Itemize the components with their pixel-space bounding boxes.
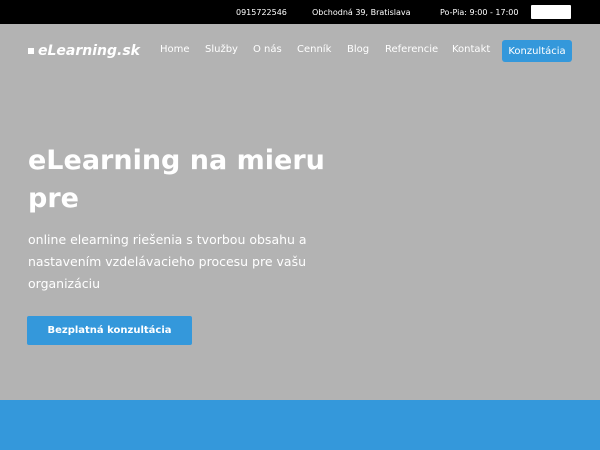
- top-bar: 0915722546 Obchodná 39, Bratislava Po-Pi…: [0, 0, 600, 24]
- topbar-button[interactable]: [531, 5, 571, 19]
- logo-square-icon: [28, 48, 34, 54]
- nav-item-kontakt[interactable]: Kontakt: [452, 44, 490, 55]
- main-navbar: eLearning.sk Home Služby O nás Cenník Bl…: [0, 24, 600, 78]
- hero-title: eLearning na mieru pre: [28, 145, 325, 214]
- free-consultation-button[interactable]: Bezplatná konzultácia: [27, 316, 192, 345]
- hero-subtitle: online elearning riešenia s tvorbou obsa…: [28, 232, 307, 291]
- topbar-hours: Po-Pia: 9:00 - 17:00: [440, 8, 519, 17]
- nav-item-sluzby[interactable]: Služby: [205, 44, 238, 55]
- nav-item-home[interactable]: Home: [160, 44, 190, 55]
- consultation-button[interactable]: Konzultácia: [502, 40, 572, 62]
- nav-item-blog[interactable]: Blog: [347, 44, 369, 55]
- nav-item-referencie[interactable]: Referencie: [385, 44, 438, 55]
- topbar-phone[interactable]: 0915722546: [236, 8, 287, 17]
- logo-text: eLearning.sk: [38, 43, 140, 59]
- site-logo[interactable]: eLearning.sk: [28, 43, 140, 59]
- topbar-address: Obchodná 39, Bratislava: [312, 8, 411, 17]
- blue-section-band: [0, 400, 600, 450]
- nav-item-cennik[interactable]: Cenník: [297, 44, 331, 55]
- nav-item-o-nas[interactable]: O nás: [253, 44, 282, 55]
